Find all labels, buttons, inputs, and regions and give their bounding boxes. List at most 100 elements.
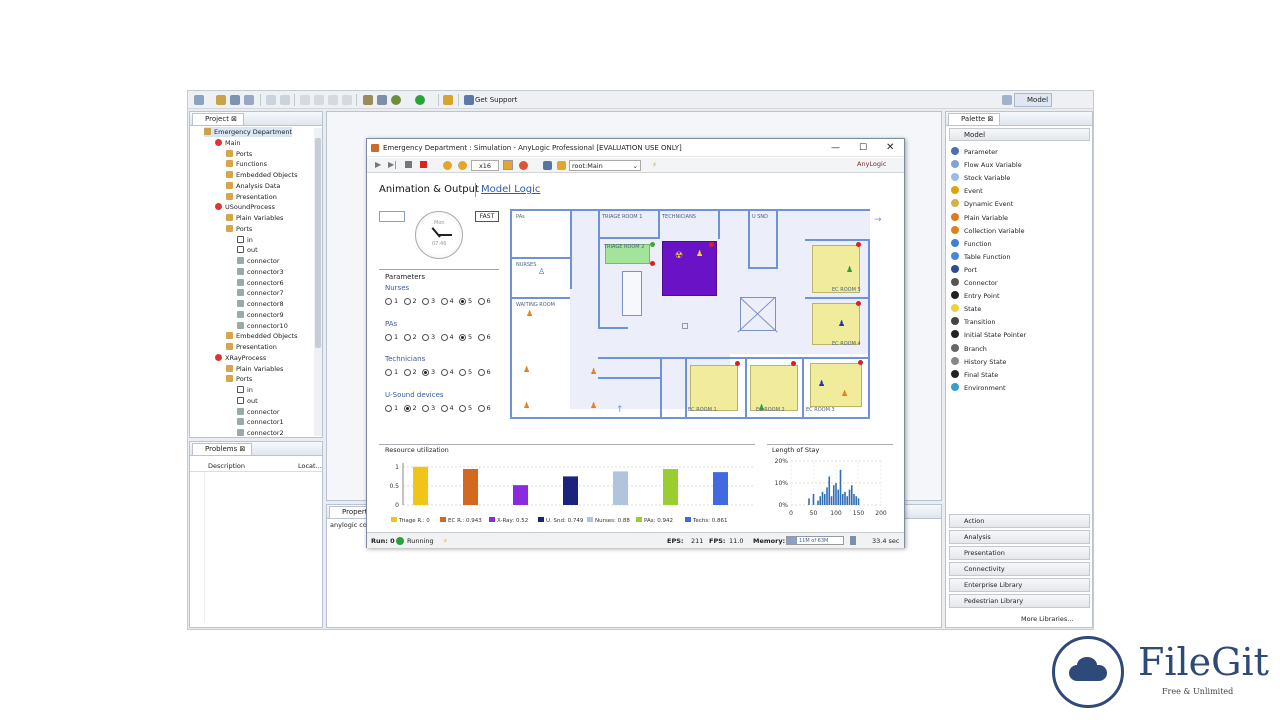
palette-section[interactable]: Presentation — [949, 546, 1090, 560]
tree-item[interactable]: in — [237, 235, 253, 245]
palette-section[interactable]: Enterprise Library — [949, 578, 1090, 592]
palette-item[interactable]: History State — [951, 356, 1006, 369]
save-all-icon[interactable] — [244, 95, 254, 105]
tab-palette[interactable]: Palette ⊠ — [948, 113, 1001, 125]
tree-item[interactable]: Embedded Objects — [226, 331, 298, 341]
cut-icon[interactable] — [300, 95, 310, 105]
palette-item[interactable]: Port — [951, 264, 977, 277]
palette-section[interactable]: Action — [949, 514, 1090, 528]
undo-icon[interactable] — [266, 95, 276, 105]
param-radio[interactable] — [403, 404, 411, 412]
palette-section-model[interactable]: Model — [949, 128, 1090, 141]
tree-item[interactable]: XRayProcess — [215, 353, 266, 363]
speed-field[interactable]: x16 — [471, 160, 499, 171]
build-icon[interactable] — [363, 95, 373, 105]
run-icon[interactable] — [415, 95, 425, 105]
param-radio[interactable] — [385, 369, 392, 376]
tree-item[interactable]: Ports — [226, 224, 252, 234]
tree-item[interactable]: connector1 — [237, 417, 284, 427]
tree-item[interactable]: Analysis Data — [226, 181, 280, 191]
palette-item[interactable]: Environment — [951, 382, 1006, 395]
paste-icon[interactable] — [328, 95, 338, 105]
maximize-button[interactable]: ☐ — [859, 139, 867, 157]
perspective-icon[interactable] — [1002, 95, 1012, 105]
tree-item[interactable]: connector2 — [237, 428, 284, 437]
fast-button[interactable]: FAST — [475, 211, 499, 222]
param-radio[interactable] — [385, 404, 392, 412]
more-libraries-link[interactable]: More Libraries... — [1021, 615, 1073, 623]
tab-animation-output[interactable]: Animation & Output — [379, 184, 479, 195]
tree-item[interactable]: connector — [237, 256, 280, 266]
run-button[interactable]: ▶ — [375, 160, 381, 169]
build-all-icon[interactable] — [377, 95, 387, 105]
navigate-icon[interactable] — [543, 161, 552, 170]
tree-item[interactable]: Embedded Objects — [226, 170, 298, 180]
tree-item[interactable]: in — [237, 385, 253, 395]
save-icon[interactable] — [230, 95, 240, 105]
param-radio[interactable] — [422, 298, 429, 305]
tree-item[interactable]: Ports — [226, 374, 252, 384]
tree-item[interactable]: Plain Variables — [226, 213, 283, 223]
param-radio[interactable] — [477, 369, 485, 376]
project-scrollbar[interactable] — [314, 128, 322, 436]
tab-project[interactable]: Project ⊠ — [192, 113, 245, 125]
tree-item[interactable]: connector9 — [237, 310, 284, 320]
param-radio[interactable] — [422, 333, 429, 341]
param-radio[interactable] — [403, 333, 411, 341]
tab-problems[interactable]: Problems ⊠ — [192, 443, 253, 455]
param-radio[interactable] — [459, 298, 466, 305]
param-radio[interactable] — [477, 298, 485, 305]
debug-icon[interactable]: ⚡ — [443, 533, 448, 549]
tab-model-logic[interactable]: Model Logic — [481, 184, 540, 195]
tree-item[interactable]: connector8 — [237, 299, 284, 309]
param-radio[interactable] — [459, 333, 466, 341]
palette-item[interactable]: Dynamic Event — [951, 198, 1013, 211]
param-radio[interactable] — [385, 298, 392, 305]
param-radio[interactable] — [459, 369, 466, 376]
debug-icon[interactable] — [391, 95, 401, 105]
virtual-time-icon[interactable] — [519, 161, 528, 170]
palette-item[interactable]: Function — [951, 238, 992, 251]
tree-item[interactable]: out — [237, 245, 258, 255]
param-radio[interactable] — [422, 369, 429, 376]
palette-item[interactable]: Initial State Pointer — [951, 329, 1026, 342]
root-selector[interactable]: root:Main ⌄ — [569, 160, 641, 171]
open-icon[interactable] — [216, 95, 226, 105]
param-radio[interactable] — [477, 404, 485, 412]
tree-item[interactable]: out — [237, 396, 258, 406]
palette-section[interactable]: Pedestrian Library — [949, 594, 1090, 608]
palette-item[interactable]: Parameter — [951, 146, 998, 159]
tree-item[interactable]: connector6 — [237, 278, 284, 288]
palette-item[interactable]: Stock Variable — [951, 172, 1010, 185]
tree-item[interactable]: Presentation — [226, 192, 277, 202]
clock-mode-box[interactable] — [379, 211, 405, 222]
step-button[interactable]: ▶| — [388, 160, 397, 169]
palette-item[interactable]: Collection Variable — [951, 225, 1025, 238]
minimize-button[interactable]: — — [831, 139, 840, 157]
tree-item[interactable]: Presentation — [226, 342, 277, 352]
param-radio[interactable] — [403, 369, 411, 376]
param-radio[interactable] — [440, 369, 448, 376]
tree-item[interactable]: connector10 — [237, 321, 288, 331]
param-radio[interactable] — [403, 298, 411, 305]
pause-button[interactable] — [405, 161, 412, 168]
check-icon[interactable] — [443, 95, 453, 105]
tree-item[interactable]: Functions — [226, 159, 267, 169]
close-button[interactable]: ✕ — [886, 139, 894, 157]
palette-item[interactable]: Transition — [951, 316, 995, 329]
palette-item[interactable]: Plain Variable — [951, 212, 1008, 225]
model-perspective-button[interactable]: Model — [1014, 93, 1052, 107]
palette-section[interactable]: Analysis — [949, 530, 1090, 544]
param-radio[interactable] — [422, 404, 429, 412]
stop-button[interactable] — [420, 161, 427, 168]
delete-icon[interactable] — [342, 95, 352, 105]
tree-item[interactable]: connector3 — [237, 267, 284, 277]
palette-item[interactable]: Entry Point — [951, 290, 1000, 303]
tree-item[interactable]: USoundProcess — [215, 202, 275, 212]
tree-item[interactable]: Plain Variables — [226, 364, 283, 374]
param-radio[interactable] — [440, 333, 448, 341]
tree-item[interactable]: Ports — [226, 149, 252, 159]
palette-item[interactable]: Event — [951, 185, 983, 198]
palette-section[interactable]: Connectivity — [949, 562, 1090, 576]
param-radio[interactable] — [385, 333, 392, 341]
